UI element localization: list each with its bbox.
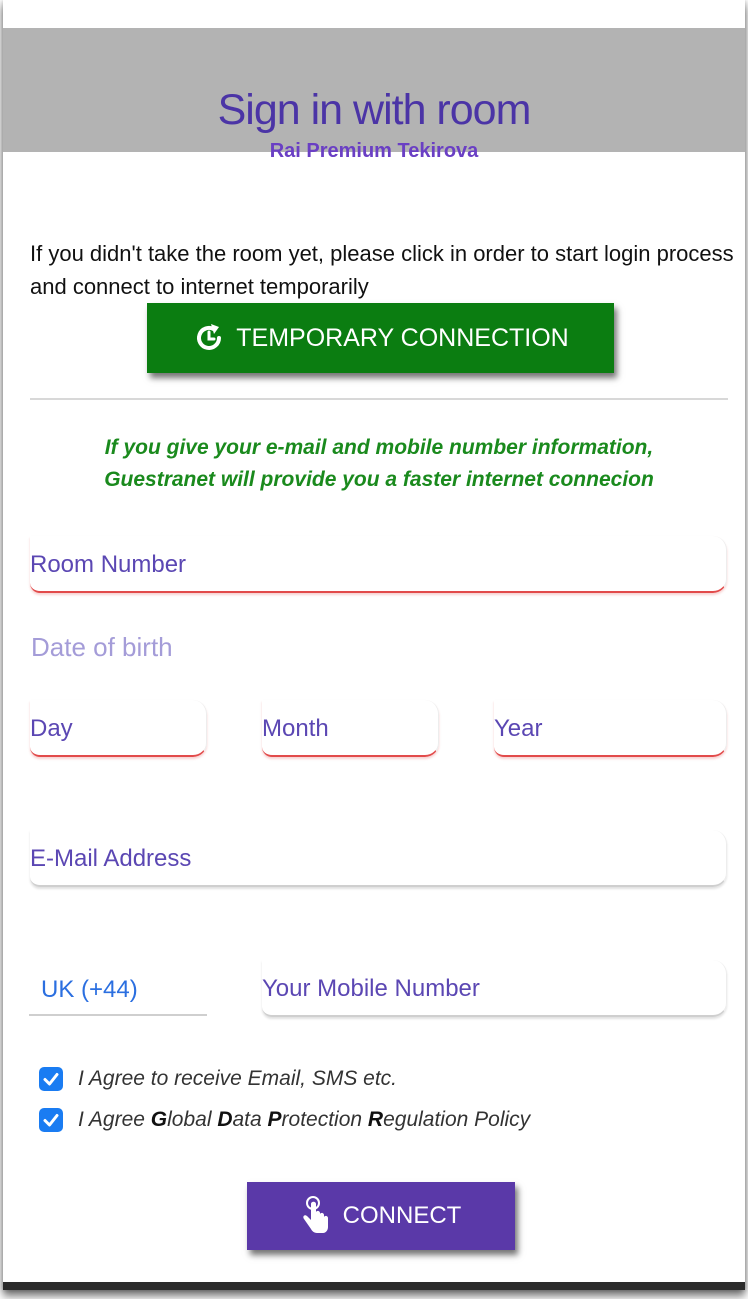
date-of-birth-label: Date of birth [31,632,173,662]
gdpr-text-bold: R [367,1108,384,1131]
mobile-placeholder: Your Mobile Number [262,975,480,1002]
notice-line-2: Guestranet will provide you a faster int… [104,468,654,491]
gdpr-text-part: rotection [281,1108,368,1131]
temporary-connection-button[interactable]: TEMPORARY CONNECTION [147,303,614,373]
consent-marketing-row[interactable]: I Agree to receive Email, SMS etc. [39,1065,397,1093]
gdpr-text-bold: P [267,1108,282,1131]
temporary-connection-label: TEMPORARY CONNECTION [236,323,569,352]
gdpr-text-part: ata [232,1108,268,1131]
room-number-field[interactable]: Room Number [30,536,727,593]
email-placeholder: E-Mail Address [30,845,192,872]
faster-connection-notice: If you give your e-mail and mobile numbe… [30,432,728,496]
section-divider [30,398,728,400]
gdpr-text-bold: D [217,1108,233,1131]
intro-text: If you didn't take the room yet, please … [30,241,734,299]
consent-gdpr-label: I Agree Global Data Protection Regulatio… [78,1108,530,1132]
gdpr-text-part: egulation Policy [383,1108,531,1131]
checkmark-icon [43,1114,59,1127]
consent-marketing-label: I Agree to receive Email, SMS etc. [78,1067,398,1090]
connect-button[interactable]: CONNECT [247,1182,515,1250]
country-code-value: UK (+44) [41,976,138,1003]
checkmark-icon [43,1073,59,1086]
consent-marketing-checkbox[interactable] [39,1067,63,1091]
day-placeholder: Day [30,715,73,742]
connect-label: CONNECT [342,1202,462,1229]
gdpr-text-part: I Agree [78,1108,151,1131]
email-field[interactable]: E-Mail Address [30,830,727,887]
consent-gdpr-checkbox[interactable] [39,1108,63,1132]
month-placeholder: Month [262,715,329,742]
day-field[interactable]: Day [30,700,207,757]
page-title: Sign in with room [217,86,532,134]
consent-gdpr-row[interactable]: I Agree Global Data Protection Regulatio… [39,1106,530,1134]
year-field[interactable]: Year [494,700,727,757]
year-placeholder: Year [494,715,543,742]
hand-pointer-icon [301,1196,331,1236]
gdpr-text-bold: G [150,1108,168,1131]
login-page: Sign in with room Rai Premium Tekirova I… [3,0,745,1290]
hotel-name: Rai Premium Tekirova [269,140,479,162]
room-number-placeholder: Room Number [30,551,187,578]
notice-line-1: If you give your e-mail and mobile numbe… [104,436,654,459]
page-header: Sign in with room Rai Premium Tekirova [3,28,745,162]
mobile-number-field[interactable]: Your Mobile Number [262,960,727,1017]
gdpr-text-part: lobal [167,1108,218,1131]
country-code-select[interactable]: UK (+44) [29,960,207,1016]
month-field[interactable]: Month [262,700,439,757]
refresh-clock-icon [192,321,226,355]
